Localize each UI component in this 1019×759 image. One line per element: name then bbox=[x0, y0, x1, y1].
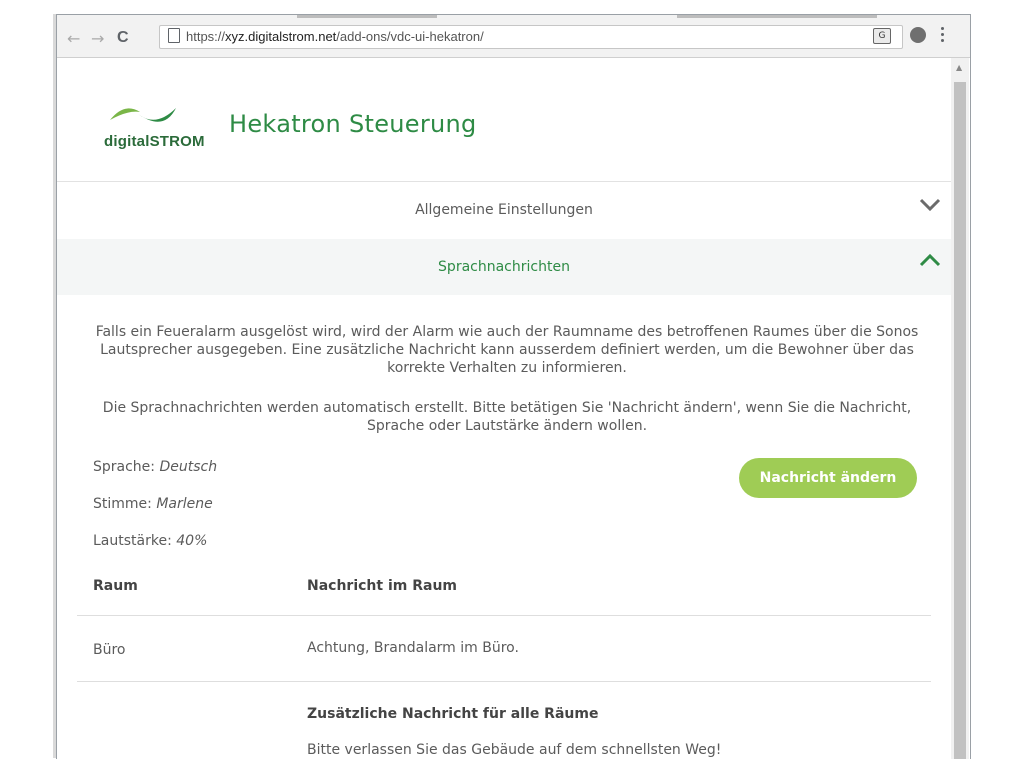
col-header-room: Raum bbox=[93, 578, 138, 594]
tab-indicator bbox=[677, 15, 877, 18]
logo-icon bbox=[110, 108, 176, 122]
address-bar[interactable]: https://xyz.digitalstrom.net/add-ons/vdc… bbox=[159, 25, 903, 49]
extra-message-heading: Zusätzliche Nachricht für alle Räume bbox=[307, 706, 599, 722]
info-text: Die Sprachnachrichten werden automatisch… bbox=[102, 400, 912, 434]
row-room: Büro bbox=[93, 642, 126, 658]
scrollbar-thumb[interactable] bbox=[954, 82, 966, 759]
url-text: https://xyz.digitalstrom.net/add-ons/vdc… bbox=[186, 29, 484, 44]
page-header: digitalSTROM Hekatron Steuerung bbox=[57, 58, 951, 182]
forward-icon[interactable]: → bbox=[91, 29, 104, 48]
page-content: digitalSTROM Hekatron Steuerung Allgemei… bbox=[57, 58, 951, 759]
accordion-general[interactable]: Allgemeine Einstellungen bbox=[57, 182, 951, 238]
chevron-up-icon[interactable] bbox=[919, 253, 941, 267]
tab-indicator bbox=[297, 15, 437, 18]
accordion-voice-label: Sprachnachrichten bbox=[438, 259, 570, 275]
browser-window: ← → C https://xyz.digitalstrom.net/add-o… bbox=[56, 14, 971, 759]
browser-toolbar: ← → C https://xyz.digitalstrom.net/add-o… bbox=[57, 15, 970, 58]
extra-message-text: Bitte verlassen Sie das Gebäude auf dem … bbox=[307, 742, 722, 758]
divider bbox=[77, 615, 931, 616]
accordion-voice[interactable]: Sprachnachrichten bbox=[57, 239, 951, 295]
language-setting: Sprache: Deutsch bbox=[93, 459, 218, 475]
voice-setting: Stimme: Marlene bbox=[93, 496, 213, 512]
chevron-down-icon[interactable] bbox=[919, 198, 941, 212]
accordion-general-label: Allgemeine Einstellungen bbox=[415, 202, 593, 218]
back-icon[interactable]: ← bbox=[67, 29, 80, 48]
row-message: Achtung, Brandalarm im Büro. bbox=[307, 640, 519, 656]
volume-setting: Lautstärke: 40% bbox=[93, 533, 208, 549]
intro-text: Falls ein Feueralarm ausgelöst wird, wir… bbox=[95, 324, 919, 376]
extension-icon[interactable] bbox=[910, 27, 926, 43]
logo-text: digitalSTROM bbox=[104, 133, 205, 150]
tab-strip bbox=[57, 15, 970, 23]
menu-icon[interactable] bbox=[941, 27, 944, 45]
col-header-message: Nachricht im Raum bbox=[307, 578, 458, 594]
scroll-up-icon[interactable]: ▲ bbox=[956, 63, 962, 72]
scrollbar[interactable]: ▲ bbox=[951, 58, 969, 759]
change-message-button[interactable]: Nachricht ändern bbox=[739, 458, 917, 498]
reload-icon[interactable]: C bbox=[117, 29, 129, 47]
translate-icon[interactable]: G bbox=[873, 28, 891, 44]
divider bbox=[77, 681, 931, 682]
page-icon bbox=[168, 28, 180, 43]
page-title: Hekatron Steuerung bbox=[229, 110, 477, 138]
